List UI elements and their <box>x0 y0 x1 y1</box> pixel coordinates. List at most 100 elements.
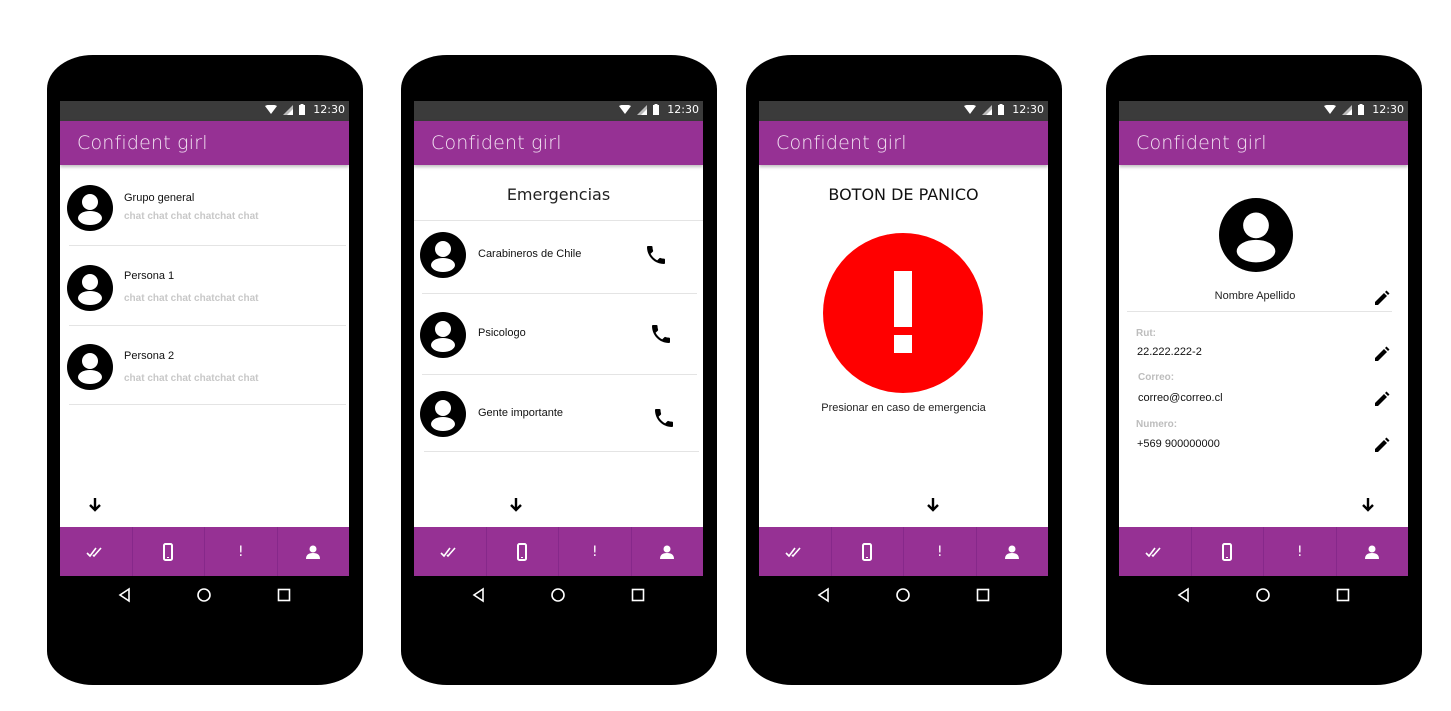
avatar-icon <box>420 391 466 437</box>
person-icon <box>1005 545 1020 559</box>
contact-name: Gente importante <box>478 407 563 419</box>
chat-list-item[interactable]: Persona 1 chat chat chat chatchat chat <box>60 246 349 326</box>
edit-numero-icon[interactable] <box>1372 435 1392 455</box>
arrow-down-icon[interactable] <box>507 496 525 514</box>
battery-icon <box>299 104 306 115</box>
status-time: 12:30 <box>667 103 699 116</box>
nav-tab-profile[interactable] <box>1337 527 1409 576</box>
nav-tab-profile[interactable] <box>977 527 1049 576</box>
wifi-icon <box>265 104 278 114</box>
app-title: Confident girl <box>1136 132 1267 154</box>
person-icon <box>1365 545 1380 559</box>
avatar-icon <box>67 265 113 311</box>
home-icon[interactable] <box>1253 585 1273 605</box>
recents-icon[interactable] <box>973 585 993 605</box>
phone-panic: 12:30 Confident girl BOTON DE PANICO Pre… <box>746 55 1062 685</box>
chat-preview: chat chat chat chatchat chat <box>124 373 259 384</box>
numero-value: +569 900000000 <box>1137 438 1220 450</box>
nav-tab-panic[interactable]: ! <box>904 527 977 576</box>
status-bar: 12:30 <box>414 101 703 121</box>
system-nav-bar <box>60 576 349 614</box>
arrow-down-icon[interactable] <box>924 496 942 514</box>
bottom-nav: ! <box>414 527 703 576</box>
mockup-stage: 12:30 Confident girl Grupo general chat … <box>0 0 1451 711</box>
nav-tab-panic[interactable]: ! <box>1264 527 1337 576</box>
signal-icon <box>982 104 993 115</box>
nav-tab-panic[interactable]: ! <box>205 527 278 576</box>
double-check-icon <box>1145 546 1161 557</box>
home-icon[interactable] <box>548 585 568 605</box>
signal-icon <box>283 104 294 115</box>
arrow-down-icon[interactable] <box>86 496 104 514</box>
nav-tab-contacts[interactable] <box>1192 527 1264 576</box>
nav-tab-contacts[interactable] <box>133 527 205 576</box>
emergency-list: Emergencias Carabineros de Chile Psicolo… <box>414 165 703 527</box>
contact-name: Psicologo <box>478 327 526 339</box>
profile-name: Nombre Apellido <box>1214 290 1296 302</box>
recents-icon[interactable] <box>1333 585 1353 605</box>
back-icon[interactable] <box>115 585 135 605</box>
app-title: Confident girl <box>77 132 208 154</box>
panic-button[interactable] <box>823 233 983 393</box>
nav-tab-contacts[interactable] <box>487 527 559 576</box>
nav-tab-chats[interactable] <box>60 527 133 576</box>
screen-emergencias: 12:30 Confident girl Emergencias Carabin… <box>414 101 703 614</box>
edit-correo-icon[interactable] <box>1372 389 1392 409</box>
home-icon[interactable] <box>893 585 913 605</box>
smartphone-icon <box>163 542 174 561</box>
chat-preview: chat chat chat chatchat chat <box>124 293 259 304</box>
person-icon <box>660 545 675 559</box>
wifi-icon <box>619 104 632 114</box>
chat-name: Grupo general <box>124 192 195 204</box>
app-bar: Confident girl <box>1119 121 1408 165</box>
nav-tab-profile[interactable] <box>632 527 704 576</box>
section-title: Emergencias <box>506 185 611 204</box>
recents-icon[interactable] <box>628 585 648 605</box>
nav-tab-profile[interactable] <box>278 527 350 576</box>
avatar-icon <box>67 344 113 390</box>
exclamation-bar <box>894 271 912 327</box>
profile-content: Nombre Apellido Rut: 22.222.222-2 Correo… <box>1119 165 1408 527</box>
back-icon[interactable] <box>814 585 834 605</box>
back-icon[interactable] <box>469 585 489 605</box>
wifi-icon <box>964 104 977 114</box>
chat-list-item[interactable]: Grupo general chat chat chat chatchat ch… <box>60 165 349 246</box>
phone-icon[interactable] <box>652 406 676 430</box>
home-icon[interactable] <box>194 585 214 605</box>
battery-icon <box>998 104 1005 115</box>
arrow-down-icon[interactable] <box>1359 496 1377 514</box>
profile-avatar-icon[interactable] <box>1219 198 1293 272</box>
screen-panic: 12:30 Confident girl BOTON DE PANICO Pre… <box>759 101 1048 614</box>
signal-icon <box>637 104 648 115</box>
exclamation-icon: ! <box>237 543 244 560</box>
nav-tab-chats[interactable] <box>414 527 487 576</box>
avatar-icon <box>67 185 113 231</box>
system-nav-bar <box>1119 576 1408 614</box>
nav-tab-contacts[interactable] <box>832 527 904 576</box>
edit-rut-icon[interactable] <box>1372 344 1392 364</box>
person-icon <box>306 545 321 559</box>
chat-list-item[interactable]: Persona 2 chat chat chat chatchat chat <box>60 326 349 406</box>
phone-icon[interactable] <box>644 243 668 267</box>
smartphone-icon <box>1222 542 1233 561</box>
nav-tab-panic[interactable]: ! <box>559 527 632 576</box>
screen-chats: 12:30 Confident girl Grupo general chat … <box>60 101 349 614</box>
app-bar: Confident girl <box>60 121 349 165</box>
app-title: Confident girl <box>431 132 562 154</box>
exclamation-dot <box>894 335 912 353</box>
phone-chats: 12:30 Confident girl Grupo general chat … <box>47 55 363 685</box>
nav-tab-chats[interactable] <box>1119 527 1192 576</box>
back-icon[interactable] <box>1174 585 1194 605</box>
chat-name: Persona 2 <box>124 350 175 362</box>
double-check-icon <box>440 546 456 557</box>
chat-list: Grupo general chat chat chat chatchat ch… <box>60 165 349 527</box>
divider <box>1127 311 1392 312</box>
wifi-icon <box>1324 104 1337 114</box>
nav-tab-chats[interactable] <box>759 527 832 576</box>
signal-icon <box>1342 104 1353 115</box>
edit-name-icon[interactable] <box>1372 288 1392 308</box>
recents-icon[interactable] <box>274 585 294 605</box>
bottom-nav: ! <box>1119 527 1408 576</box>
chat-name: Persona 1 <box>124 270 175 282</box>
phone-icon[interactable] <box>649 322 673 346</box>
